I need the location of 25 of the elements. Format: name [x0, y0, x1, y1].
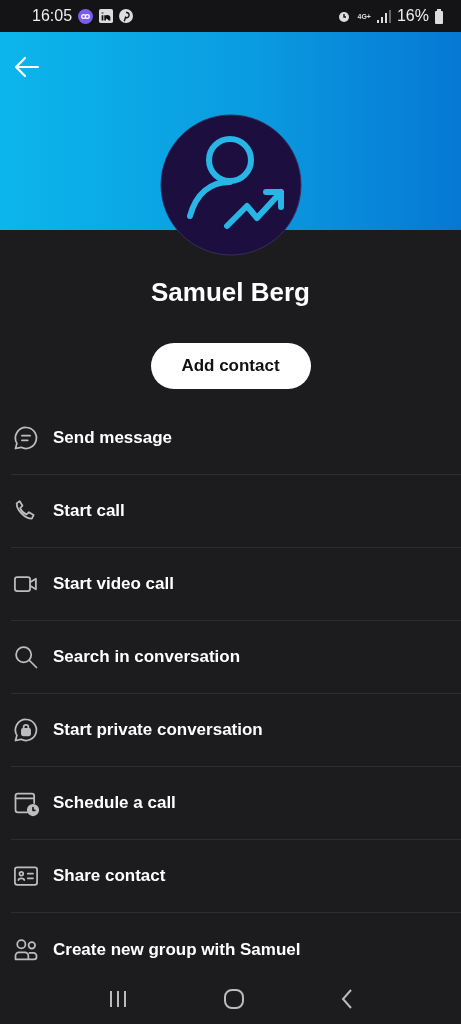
contact-name: Samuel Berg — [150, 276, 311, 308]
search-icon — [12, 643, 40, 671]
action-item[interactable]: Start private conversation — [0, 694, 461, 767]
battery-icon — [435, 8, 443, 24]
action-item[interactable]: Start call — [0, 475, 461, 548]
add-contact-button[interactable]: Add contact — [150, 343, 311, 389]
back-arrow-icon — [14, 56, 40, 78]
chat-bubble-icon — [12, 424, 40, 452]
back-nav-button[interactable] — [339, 989, 354, 1009]
pin-app-icon — [119, 9, 134, 23]
battery-percent: 16% — [396, 7, 429, 25]
square-app-icon — [99, 9, 114, 23]
action-item[interactable]: Schedule a call — [0, 767, 461, 840]
action-item[interactable]: Start video call — [0, 548, 461, 621]
app-notification-icon — [78, 8, 94, 24]
action-item[interactable]: Create new group with Samuel — [0, 913, 461, 974]
action-item[interactable]: Search in conversation — [0, 621, 461, 694]
lock-bubble-icon — [12, 716, 40, 744]
clock-time: 16:05 — [32, 7, 73, 25]
signal-icon — [376, 9, 391, 23]
action-item[interactable]: Send message — [0, 402, 461, 475]
avatar-person-chart-icon — [159, 114, 302, 256]
recent-apps-button[interactable] — [107, 990, 128, 1008]
action-item[interactable]: Share contact — [0, 840, 461, 913]
home-button[interactable] — [222, 988, 245, 1010]
